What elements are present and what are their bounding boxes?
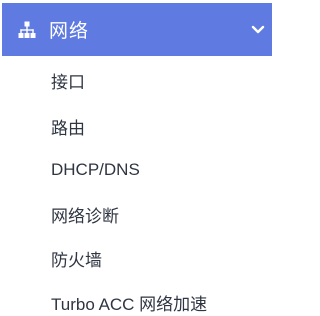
submenu-item-label: 路由 (51, 118, 85, 138)
submenu-item-turbo-acc[interactable]: Turbo ACC 网络加速 (0, 280, 272, 316)
submenu-item-label: 网络诊断 (51, 206, 119, 226)
submenu-item-diagnostics[interactable]: 网络诊断 (0, 192, 272, 236)
chevron-down-icon[interactable] (251, 25, 265, 35)
submenu-item-label: Turbo ACC 网络加速 (51, 294, 208, 314)
network-icon (18, 21, 36, 39)
submenu-item-interfaces[interactable]: 接口 (0, 56, 272, 104)
submenu-item-label: 接口 (51, 72, 85, 92)
submenu-item-dhcp-dns[interactable]: DHCP/DNS (0, 148, 272, 192)
submenu-item-label: 防火墙 (51, 250, 102, 270)
network-menu: 网络 接口 路由 DHCP/DNS 网络诊断 防火墙 Turbo ACC 网络加… (0, 0, 272, 316)
submenu-item-label: DHCP/DNS (51, 160, 140, 179)
submenu-item-routes[interactable]: 路由 (0, 104, 272, 148)
menu-header-label: 网络 (49, 21, 90, 42)
menu-header-network[interactable]: 网络 (2, 3, 272, 56)
network-submenu: 接口 路由 DHCP/DNS 网络诊断 防火墙 Turbo ACC 网络加速 (0, 56, 272, 316)
submenu-item-firewall[interactable]: 防火墙 (0, 236, 272, 280)
